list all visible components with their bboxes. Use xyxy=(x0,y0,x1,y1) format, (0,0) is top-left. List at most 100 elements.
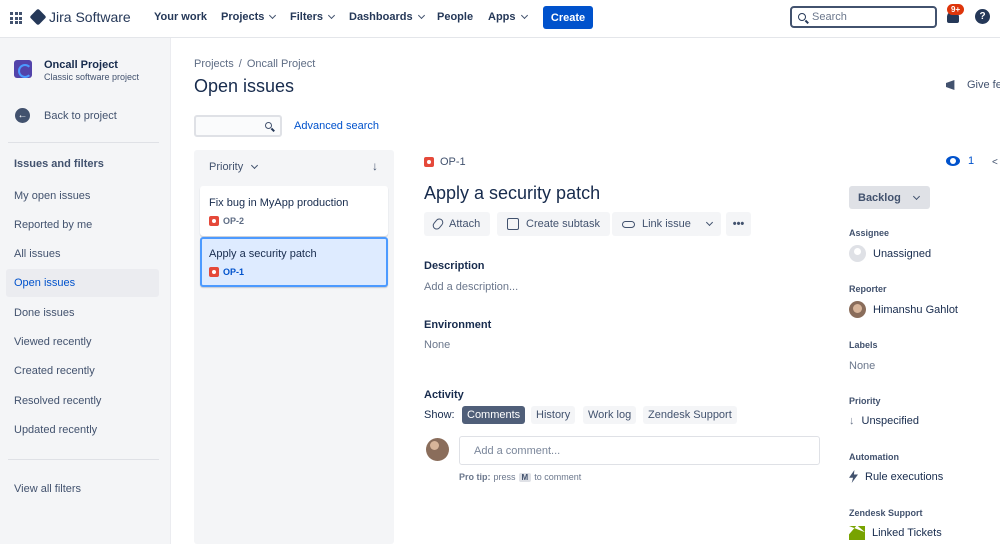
tab-zendesk-support[interactable]: Zendesk Support xyxy=(643,406,737,424)
reporter-avatar xyxy=(849,301,866,318)
link-icon xyxy=(622,220,635,228)
nav-your-work-label: Your work xyxy=(154,11,207,23)
comment-input[interactable]: Add a comment... xyxy=(459,436,820,465)
breadcrumb-projects[interactable]: Projects xyxy=(194,58,234,70)
bug-icon xyxy=(424,157,434,167)
linked-tickets-link[interactable]: Linked Tickets xyxy=(849,526,942,540)
issue-card[interactable]: Fix bug in MyApp production OP-2 xyxy=(200,186,388,236)
sidebar-item-viewed-recently[interactable]: Viewed recently xyxy=(6,328,159,356)
project-name[interactable]: Oncall Project xyxy=(44,59,118,71)
sidebar-item-resolved-recently[interactable]: Resolved recently xyxy=(6,387,159,415)
description-field[interactable]: Add a description... xyxy=(424,281,518,293)
issue-key: OP-1 xyxy=(223,267,245,277)
sort-direction-icon[interactable]: ↓ xyxy=(372,159,378,173)
watch-count: 1 xyxy=(968,155,975,167)
view-all-filters-link[interactable]: View all filters xyxy=(6,475,159,503)
sidebar-item-updated-recently[interactable]: Updated recently xyxy=(6,416,159,444)
detail-issue-key[interactable]: OP-1 xyxy=(424,156,466,168)
bug-icon xyxy=(209,216,219,226)
issue-list-panel: Priority ↓ Fix bug in MyApp production O… xyxy=(194,150,394,544)
attach-button[interactable]: Attach xyxy=(424,212,491,236)
tab-history[interactable]: History xyxy=(531,406,576,424)
eye-icon xyxy=(946,156,960,166)
create-subtask-button[interactable]: Create subtask xyxy=(497,212,610,236)
search-input[interactable]: Search xyxy=(790,6,937,28)
share-icon[interactable]: < xyxy=(992,157,998,168)
app-switcher-icon[interactable] xyxy=(10,12,22,24)
chevron-down-icon xyxy=(417,11,425,20)
nav-apps[interactable]: Apps xyxy=(488,11,528,23)
chevron-down-icon xyxy=(705,218,713,227)
tab-work-log[interactable]: Work log xyxy=(583,406,637,424)
issue-search-input[interactable] xyxy=(194,115,282,137)
issue-key: OP-2 xyxy=(223,216,245,226)
assignee-value: Unassigned xyxy=(873,247,932,260)
give-feedback-label: Give fe xyxy=(967,79,1000,91)
rule-executions-link[interactable]: Rule executions xyxy=(849,470,943,483)
back-arrow-icon[interactable]: ← xyxy=(15,108,30,123)
watch-button[interactable]: 1 xyxy=(946,155,974,167)
sort-by-dropdown[interactable]: Priority xyxy=(209,161,259,173)
user-avatar xyxy=(426,438,449,461)
advanced-search-link[interactable]: Advanced search xyxy=(294,120,379,132)
nav-people-label: People xyxy=(437,11,474,23)
sidebar-item-my-open-issues[interactable]: My open issues xyxy=(6,182,159,210)
breadcrumb-project[interactable]: Oncall Project xyxy=(247,58,315,70)
nav-your-work[interactable]: Your work xyxy=(154,11,207,23)
unassigned-avatar-icon xyxy=(849,245,866,262)
create-button[interactable]: Create xyxy=(543,6,593,29)
sidebar-item-created-recently[interactable]: Created recently xyxy=(6,357,159,385)
nav-filters[interactable]: Filters xyxy=(290,11,336,23)
more-actions-button[interactable]: ••• xyxy=(726,212,751,236)
nav-dashboards[interactable]: Dashboards xyxy=(349,11,425,23)
zendesk-value: Linked Tickets xyxy=(872,527,942,539)
sidebar-divider xyxy=(8,142,159,143)
search-icon xyxy=(265,122,272,129)
sidebar-item-reported-by-me[interactable]: Reported by me xyxy=(6,211,159,239)
zendesk-icon xyxy=(849,526,865,540)
reporter-label: Reporter xyxy=(849,284,887,294)
pro-tip-prefix: Pro tip: xyxy=(459,472,491,482)
breadcrumb: Projects / Oncall Project xyxy=(194,58,315,70)
status-dropdown[interactable]: Backlog xyxy=(849,186,930,209)
description-label: Description xyxy=(424,260,485,272)
pro-tip: Pro tip: press M to comment xyxy=(459,472,581,482)
keyboard-shortcut-key: M xyxy=(518,472,532,482)
reporter-value: Himanshu Gahlot xyxy=(873,303,958,316)
back-to-project-link[interactable]: Back to project xyxy=(44,110,117,122)
nav-projects[interactable]: Projects xyxy=(221,11,277,23)
issue-card-key: OP-1 xyxy=(209,267,244,277)
sidebar-item-open-issues[interactable]: Open issues xyxy=(6,269,159,297)
help-icon[interactable]: ? xyxy=(975,9,990,24)
issue-card-title: Apply a security patch xyxy=(209,248,317,260)
link-issue-dropdown[interactable] xyxy=(697,212,721,236)
link-issue-label: Link issue xyxy=(642,218,691,230)
assignee-field[interactable]: Unassigned xyxy=(849,245,931,262)
priority-field[interactable]: ↓ Unspecified xyxy=(849,415,919,427)
issue-title[interactable]: Apply a security patch xyxy=(424,183,600,204)
give-feedback-button[interactable]: Give fe xyxy=(946,79,1000,91)
link-issue-button[interactable]: Link issue xyxy=(612,212,701,236)
reporter-field[interactable]: Himanshu Gahlot xyxy=(849,301,958,318)
nav-people[interactable]: People xyxy=(437,11,473,23)
labels-field[interactable]: None xyxy=(849,360,875,372)
megaphone-icon xyxy=(946,80,955,90)
sidebar-item-all-issues[interactable]: All issues xyxy=(6,240,159,268)
tab-comments[interactable]: Comments xyxy=(462,406,526,424)
environment-field[interactable]: None xyxy=(424,339,450,351)
environment-label: Environment xyxy=(424,319,492,331)
automation-value: Rule executions xyxy=(865,470,944,483)
app-name: Jira Software xyxy=(49,9,131,25)
issue-card-selected[interactable]: Apply a security patch OP-1 xyxy=(200,237,388,287)
subtask-icon xyxy=(507,218,519,230)
assignee-label: Assignee xyxy=(849,228,890,238)
create-subtask-label: Create subtask xyxy=(526,218,600,230)
notification-badge: 9+ xyxy=(947,4,965,15)
sidebar-item-done-issues[interactable]: Done issues xyxy=(6,299,159,327)
jira-logo[interactable]: Jira Software xyxy=(29,8,131,26)
labels-value: None xyxy=(849,360,876,372)
priority-value: Unspecified xyxy=(861,415,919,427)
pro-tip-press: press xyxy=(493,472,516,482)
chevron-down-icon xyxy=(912,192,920,200)
zendesk-label: Zendesk Support xyxy=(849,508,923,518)
